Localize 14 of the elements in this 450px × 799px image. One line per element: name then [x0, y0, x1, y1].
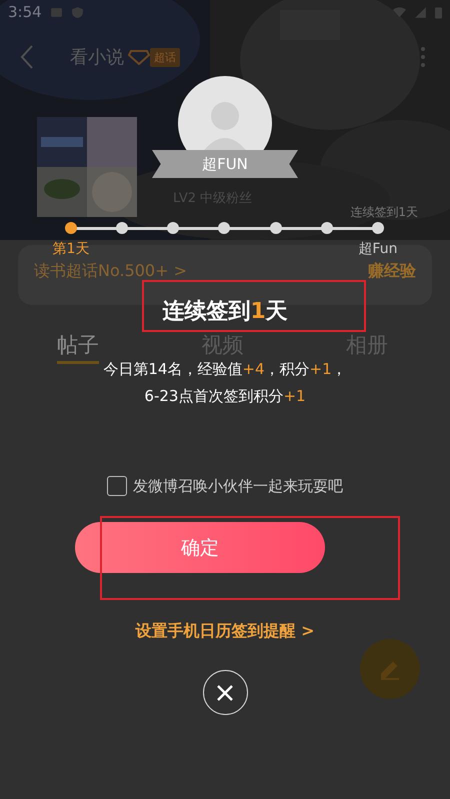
confirm-button[interactable]: 确定	[75, 522, 325, 573]
day-label: 第1天	[52, 240, 90, 258]
checkbox-label[interactable]: 发微博召唤小伙伴一起来玩耍吧	[133, 476, 343, 496]
close-button[interactable]	[202, 670, 248, 715]
reward-text: 今日第14名，经验值+4，积分+1，	[103, 360, 347, 379]
reward-text: 6-23点首次签到积分+1	[144, 387, 306, 406]
checkbox[interactable]	[107, 476, 127, 496]
dialog-title: 连续签到1天	[162, 298, 288, 326]
tab[interactable]: 帖子	[57, 331, 99, 364]
day-label: 超Fun	[358, 240, 398, 258]
close-icon	[215, 682, 235, 702]
earn-exp-label[interactable]: 赚经验	[368, 261, 416, 282]
topic-rank[interactable]: 读书超话No.500+ >	[34, 261, 187, 282]
calendar-reminder-link[interactable]: 设置手机日历签到提醒 >	[136, 621, 314, 642]
